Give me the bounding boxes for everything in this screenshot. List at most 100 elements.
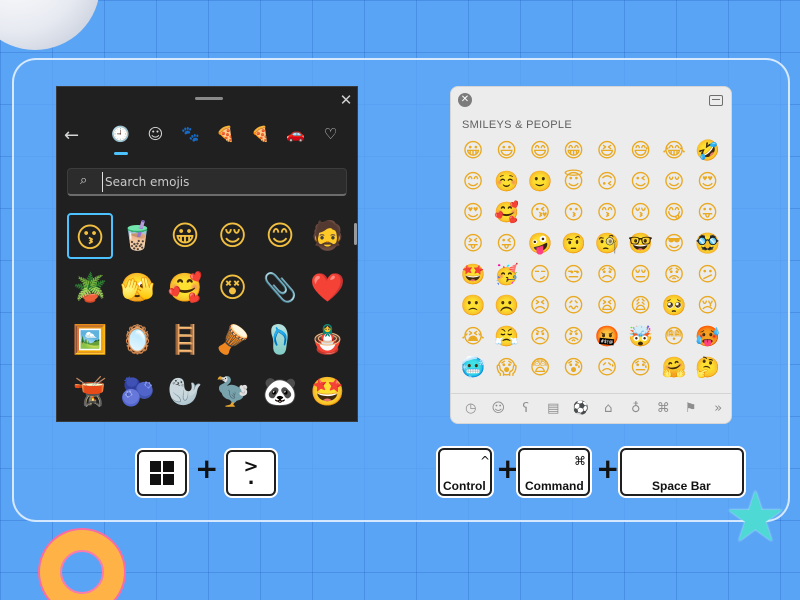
emoji-cell[interactable]: 🫣 xyxy=(115,265,161,311)
emoji-cell[interactable]: 🦤 xyxy=(210,369,256,415)
flag-icon[interactable]: ⚑ xyxy=(677,394,705,423)
emoji-cell[interactable]: 😡 xyxy=(558,321,590,351)
emoji-cell[interactable]: 🪘 xyxy=(210,317,256,363)
heart-icon[interactable]: ♡ xyxy=(313,123,348,147)
emoji-cell[interactable]: 🤓 xyxy=(625,228,657,258)
bulb-icon[interactable]: ♁ xyxy=(622,394,650,423)
emoji-cell[interactable]: 😩 xyxy=(625,290,657,320)
emoji-cell[interactable]: 😆 xyxy=(591,135,623,165)
emoji-cell[interactable]: 🪜 xyxy=(162,317,208,363)
emoji-cell[interactable]: 😁 xyxy=(558,135,590,165)
emoji-cell[interactable]: 😒 xyxy=(558,259,590,289)
building-icon[interactable]: ⌂ xyxy=(595,394,623,423)
emoji-cell[interactable]: 😗 xyxy=(67,213,113,259)
drag-handle[interactable] xyxy=(195,97,223,100)
emoji-cell[interactable]: 📎 xyxy=(257,265,303,311)
emoji-cell[interactable]: 🤣 xyxy=(692,135,724,165)
emoji-cell[interactable]: 😅 xyxy=(625,135,657,165)
emoji-cell[interactable]: ❤️ xyxy=(305,265,351,311)
emoji-cell[interactable]: 🥵 xyxy=(692,321,724,351)
emoji-cell[interactable]: 😙 xyxy=(591,197,623,227)
emoji-cell[interactable]: 😄 xyxy=(524,135,556,165)
panel-toggle-icon[interactable] xyxy=(709,95,723,106)
emoji-cell[interactable]: 😀 xyxy=(162,213,208,259)
emoji-cell[interactable]: 😠 xyxy=(524,321,556,351)
emoji-cell[interactable]: 😗 xyxy=(558,197,590,227)
emoji-cell[interactable]: 🐼 xyxy=(257,369,303,415)
emoji-cell[interactable]: 🥰 xyxy=(491,197,523,227)
emoji-cell[interactable]: 🤨 xyxy=(558,228,590,258)
emoji-cell[interactable]: 🙂 xyxy=(524,166,556,196)
emoji-cell[interactable]: 🙁 xyxy=(457,290,489,320)
emoji-cell[interactable]: 🦭 xyxy=(162,369,208,415)
emoji-cell[interactable]: 🥳 xyxy=(491,259,523,289)
emoji-cell[interactable]: 🤔 xyxy=(692,352,724,382)
emoji-cell[interactable]: 🤬 xyxy=(591,321,623,351)
emoji-cell[interactable]: ☹️ xyxy=(491,290,523,320)
emoji-cell[interactable]: 😖 xyxy=(558,290,590,320)
clock-icon[interactable]: 🕘 xyxy=(103,123,138,155)
emoji-cell[interactable]: 😌 xyxy=(210,213,256,259)
emoji-cell[interactable]: 🥰 xyxy=(162,265,208,311)
emoji-cell[interactable]: 😥 xyxy=(591,352,623,382)
emoji-cell[interactable]: 😓 xyxy=(625,352,657,382)
emoji-cell[interactable]: 😕 xyxy=(692,259,724,289)
emoji-cell[interactable]: 😫 xyxy=(591,290,623,320)
emoji-cell[interactable]: 😊 xyxy=(457,166,489,196)
emoji-cell[interactable]: 😳 xyxy=(658,321,690,351)
emoji-cell[interactable]: 😔 xyxy=(625,259,657,289)
ball-icon[interactable]: ⚽ xyxy=(567,394,595,423)
emoji-cell[interactable]: 😇 xyxy=(558,166,590,196)
emoji-cell[interactable]: 😟 xyxy=(658,259,690,289)
emoji-cell[interactable]: 😍 xyxy=(692,166,724,196)
emoji-cell[interactable]: 😌 xyxy=(658,166,690,196)
emoji-cell[interactable]: 🪆 xyxy=(305,317,351,363)
emoji-cell[interactable]: 😢 xyxy=(692,290,724,320)
emoji-cell[interactable]: 😍 xyxy=(457,197,489,227)
emoji-cell[interactable]: 🖼️ xyxy=(67,317,113,363)
emoji-cell[interactable]: 🤪 xyxy=(524,228,556,258)
emoji-cell[interactable]: ☺️ xyxy=(491,166,523,196)
back-arrow-icon[interactable]: ← xyxy=(64,125,79,146)
emoji-cell[interactable]: 😀 xyxy=(457,135,489,165)
bear-icon[interactable]: ʕ xyxy=(512,394,540,423)
emoji-cell[interactable]: 😱 xyxy=(491,352,523,382)
food-icon[interactable]: 🍕 xyxy=(208,123,243,147)
animal-icon[interactable]: 🐾 xyxy=(173,123,208,147)
emoji-cell[interactable]: 😞 xyxy=(591,259,623,289)
emoji-cell[interactable]: 🪴 xyxy=(67,265,113,311)
emoji-cell[interactable]: 😛 xyxy=(692,197,724,227)
emoji-cell[interactable]: 😋 xyxy=(658,197,690,227)
search-input[interactable] xyxy=(102,172,332,192)
search-box[interactable]: ⌕ xyxy=(67,168,347,196)
emoji-cell[interactable]: 🥺 xyxy=(658,290,690,320)
emoji-cell[interactable]: 😝 xyxy=(457,228,489,258)
emoji-cell[interactable]: 😤 xyxy=(491,321,523,351)
emoji-cell[interactable]: 😃 xyxy=(491,135,523,165)
smiley-icon[interactable]: ☺ xyxy=(138,123,173,147)
emoji-cell[interactable]: 🧔 xyxy=(305,213,351,259)
scrollbar-thumb[interactable] xyxy=(354,223,357,245)
car-icon[interactable]: 🚗 xyxy=(278,123,313,147)
smiley-icon[interactable]: ☺ xyxy=(485,394,513,423)
emoji-cell[interactable]: 🤯 xyxy=(625,321,657,351)
emoji-cell[interactable]: 🧐 xyxy=(591,228,623,258)
pizza-icon[interactable]: 🍕 xyxy=(243,123,278,147)
emoji-cell[interactable]: 🩴 xyxy=(257,317,303,363)
emoji-cell[interactable]: 😰 xyxy=(558,352,590,382)
emoji-cell[interactable]: 😂 xyxy=(658,135,690,165)
symbols-icon[interactable]: ⌘ xyxy=(650,394,678,423)
emoji-cell[interactable]: 😊 xyxy=(257,213,303,259)
food-icon[interactable]: ▤ xyxy=(540,394,568,423)
emoji-cell[interactable]: 😘 xyxy=(524,197,556,227)
emoji-cell[interactable]: 🧋 xyxy=(115,213,161,259)
emoji-cell[interactable]: 🤗 xyxy=(658,352,690,382)
emoji-cell[interactable]: 😨 xyxy=(524,352,556,382)
clock-icon[interactable]: ◷ xyxy=(457,394,485,423)
close-icon[interactable]: ✕ xyxy=(337,91,355,109)
emoji-cell[interactable]: 🥶 xyxy=(457,352,489,382)
emoji-cell[interactable]: 😉 xyxy=(625,166,657,196)
more-icon[interactable]: » xyxy=(705,394,732,423)
emoji-cell[interactable]: 🤩 xyxy=(457,259,489,289)
emoji-cell[interactable]: 😚 xyxy=(625,197,657,227)
